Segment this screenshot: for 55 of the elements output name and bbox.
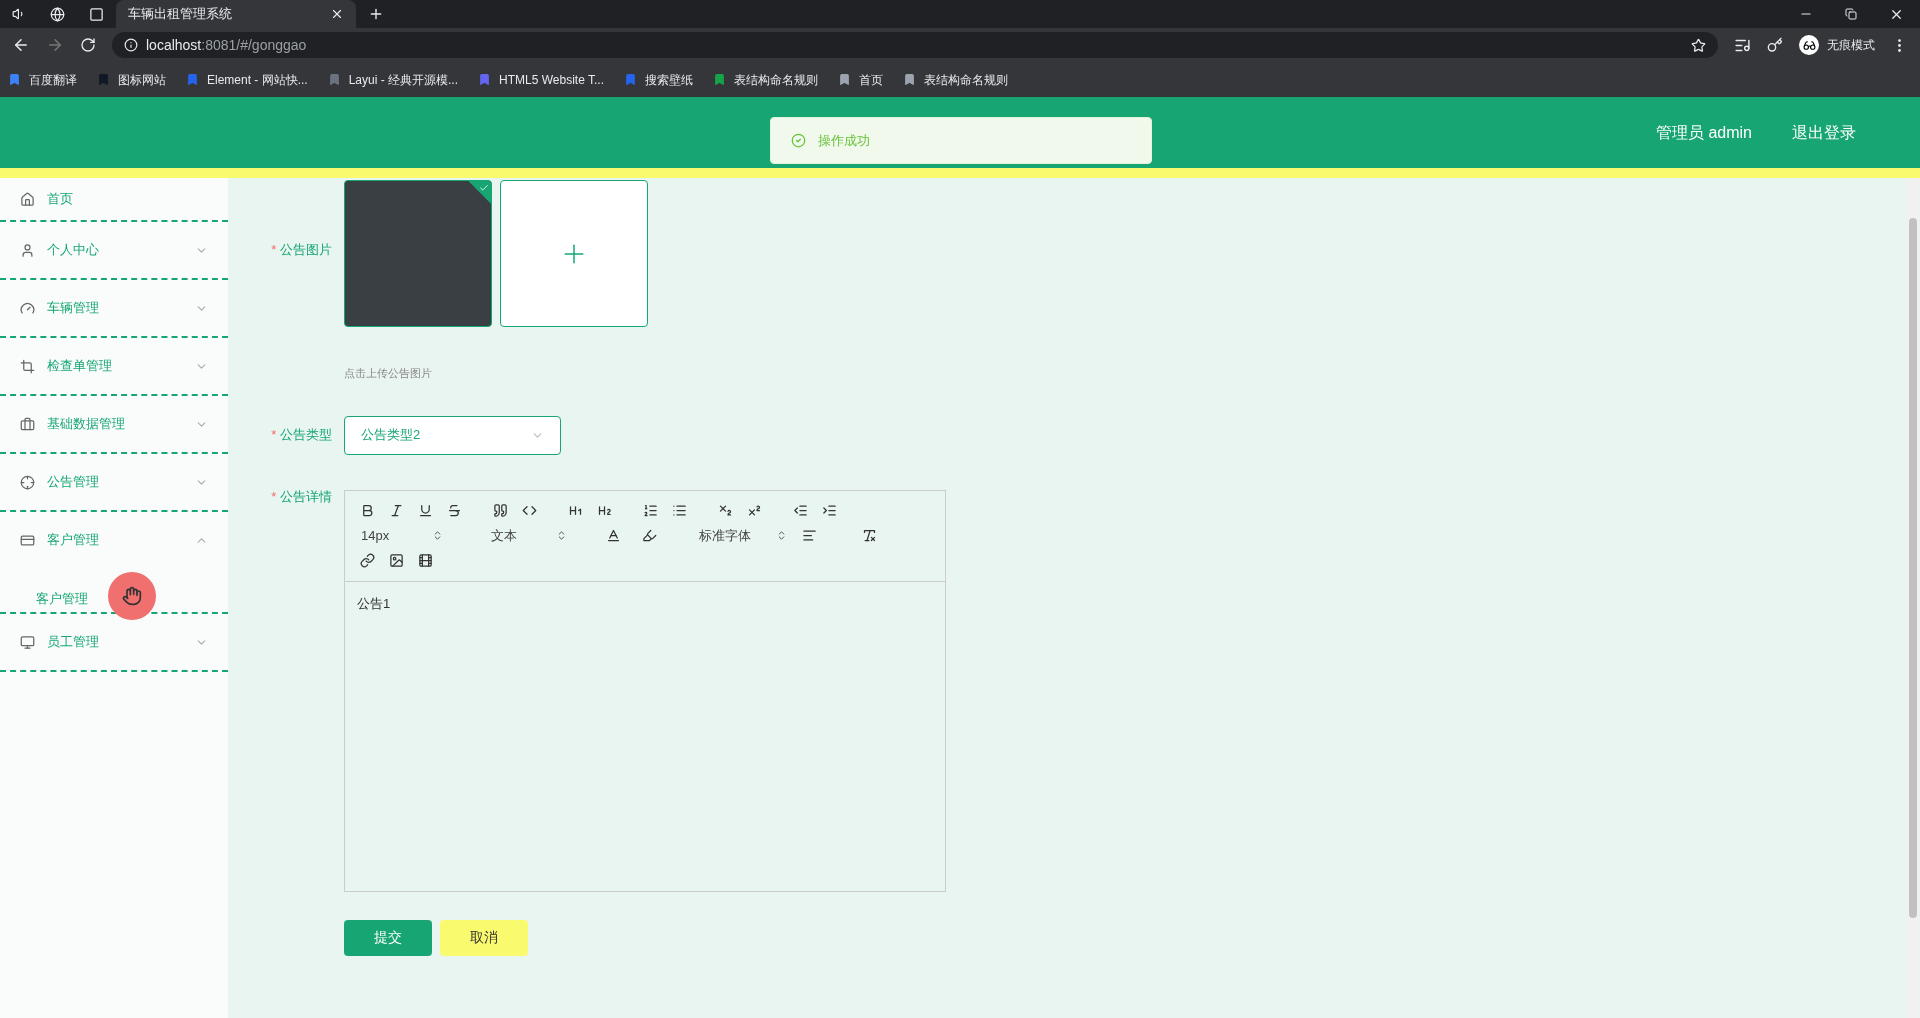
bookmark-icon xyxy=(903,73,916,86)
scrollbar[interactable] xyxy=(1906,178,1920,1018)
editor-content[interactable]: 公告1 xyxy=(345,581,945,891)
profile-chip[interactable]: 无痕模式 xyxy=(1799,35,1875,55)
bookmark-item[interactable]: Layui - 经典开源模... xyxy=(327,70,459,89)
url-text: localhost:8081/#/gonggao xyxy=(146,35,308,55)
browser-tab[interactable]: 车辆出租管理系统 xyxy=(116,0,356,28)
hand-cursor-icon xyxy=(122,586,142,606)
reload-icon[interactable] xyxy=(80,37,96,53)
bookmark-icon xyxy=(478,73,492,86)
globe-icon[interactable] xyxy=(50,6,65,22)
bookmark-item[interactable]: 首页 xyxy=(838,70,883,89)
bookmark-icon xyxy=(186,73,199,86)
bookmark-item[interactable]: HTML5 Website T... xyxy=(478,70,604,89)
field-label: * 公告图片 xyxy=(271,242,332,257)
address-bar[interactable]: localhost:8081/#/gonggao xyxy=(112,32,1718,58)
bookmark-item[interactable]: Element - 网站快... xyxy=(186,70,308,89)
toast-message: 操作成功 xyxy=(818,131,870,150)
bookmark-item[interactable]: 表结构命名规则 xyxy=(713,70,818,89)
incognito-icon xyxy=(1802,38,1816,52)
bookmark-item[interactable]: 百度翻译 xyxy=(8,70,77,89)
bookmark-icon xyxy=(713,73,726,86)
bookmark-icon xyxy=(624,73,637,86)
tab-title: 车辆出租管理系统 xyxy=(128,5,233,24)
upload-hint: 点击上传公告图片 xyxy=(344,366,433,381)
new-tab-icon[interactable] xyxy=(368,6,384,22)
bookmark-icon xyxy=(97,73,110,86)
bookmark-item[interactable]: 图标网站 xyxy=(97,70,166,89)
window-icon[interactable] xyxy=(89,6,104,22)
updown-icon xyxy=(556,530,567,541)
field-label: * 公告详情 xyxy=(271,488,332,504)
bookmark-item[interactable]: 表结构命名规则 xyxy=(903,70,1008,89)
success-icon xyxy=(791,133,806,148)
bookmark-icon xyxy=(327,73,341,86)
bookmark-star-icon[interactable] xyxy=(1691,37,1706,53)
updown-icon xyxy=(432,530,443,541)
user-name: 管理员 admin xyxy=(1655,122,1752,143)
profile-label: 无痕模式 xyxy=(1827,37,1875,54)
bookmark-icon xyxy=(8,73,21,86)
forward-icon[interactable] xyxy=(46,36,64,54)
font-size-select[interactable]: 14px xyxy=(353,523,443,548)
info-icon xyxy=(124,38,138,52)
bookmark-item[interactable]: 搜索壁纸 xyxy=(624,70,693,89)
restore-icon[interactable] xyxy=(1845,8,1857,20)
check-icon xyxy=(479,183,489,193)
updown-icon xyxy=(776,530,787,541)
upload-box[interactable] xyxy=(500,180,648,327)
key-icon[interactable] xyxy=(1767,37,1783,53)
back-icon[interactable] xyxy=(12,36,30,54)
cancel-button[interactable]: 取消 xyxy=(440,919,528,956)
close-icon[interactable] xyxy=(330,7,344,21)
font-select[interactable]: 标准字体 xyxy=(687,523,787,548)
field-label: * 公告类型 xyxy=(271,427,332,443)
bookmark-icon xyxy=(838,73,851,86)
paragraph-select[interactable]: 文本 xyxy=(467,523,567,548)
